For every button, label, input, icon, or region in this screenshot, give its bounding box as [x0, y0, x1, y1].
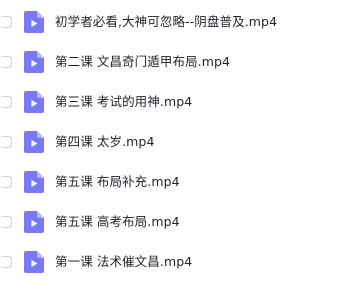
video-file-icon [24, 11, 44, 33]
row-checkbox[interactable] [0, 56, 12, 68]
file-row[interactable]: 第二课 文昌奇门遁甲布局.mp4 [0, 42, 342, 82]
file-row[interactable]: 初学者必看,大神可忽略--阴盘普及.mp4 [0, 2, 342, 42]
file-name[interactable]: 第四课 太岁.mp4 [55, 122, 155, 162]
row-checkbox[interactable] [0, 256, 12, 268]
file-row[interactable]: 第五课 布局补充.mp4 [0, 162, 342, 202]
file-row[interactable]: 第三课 考试的用神.mp4 [0, 82, 342, 122]
file-name[interactable]: 第一课 法术催文昌.mp4 [55, 242, 192, 282]
row-checkbox[interactable] [0, 176, 12, 188]
video-file-icon [24, 211, 44, 233]
file-list: 初学者必看,大神可忽略--阴盘普及.mp4 第二课 文昌奇门遁甲布局.mp4 第… [0, 0, 342, 286]
row-checkbox[interactable] [0, 96, 12, 108]
video-file-icon [24, 91, 44, 113]
video-file-icon [24, 251, 44, 273]
file-row[interactable]: 第一课 法术催文昌.mp4 [0, 242, 342, 282]
video-file-icon [24, 51, 44, 73]
file-name[interactable]: 第五课 布局补充.mp4 [55, 162, 180, 202]
row-checkbox[interactable] [0, 16, 12, 28]
video-file-icon [24, 131, 44, 153]
file-row[interactable]: 第四课 太岁.mp4 [0, 122, 342, 162]
row-checkbox[interactable] [0, 136, 12, 148]
file-name[interactable]: 第二课 文昌奇门遁甲布局.mp4 [55, 42, 230, 82]
file-name[interactable]: 第五课 高考布局.mp4 [55, 202, 180, 242]
file-name[interactable]: 初学者必看,大神可忽略--阴盘普及.mp4 [55, 2, 277, 42]
video-file-icon [24, 171, 44, 193]
file-row[interactable]: 第五课 高考布局.mp4 [0, 202, 342, 242]
file-name[interactable]: 第三课 考试的用神.mp4 [55, 82, 192, 122]
row-checkbox[interactable] [0, 216, 12, 228]
